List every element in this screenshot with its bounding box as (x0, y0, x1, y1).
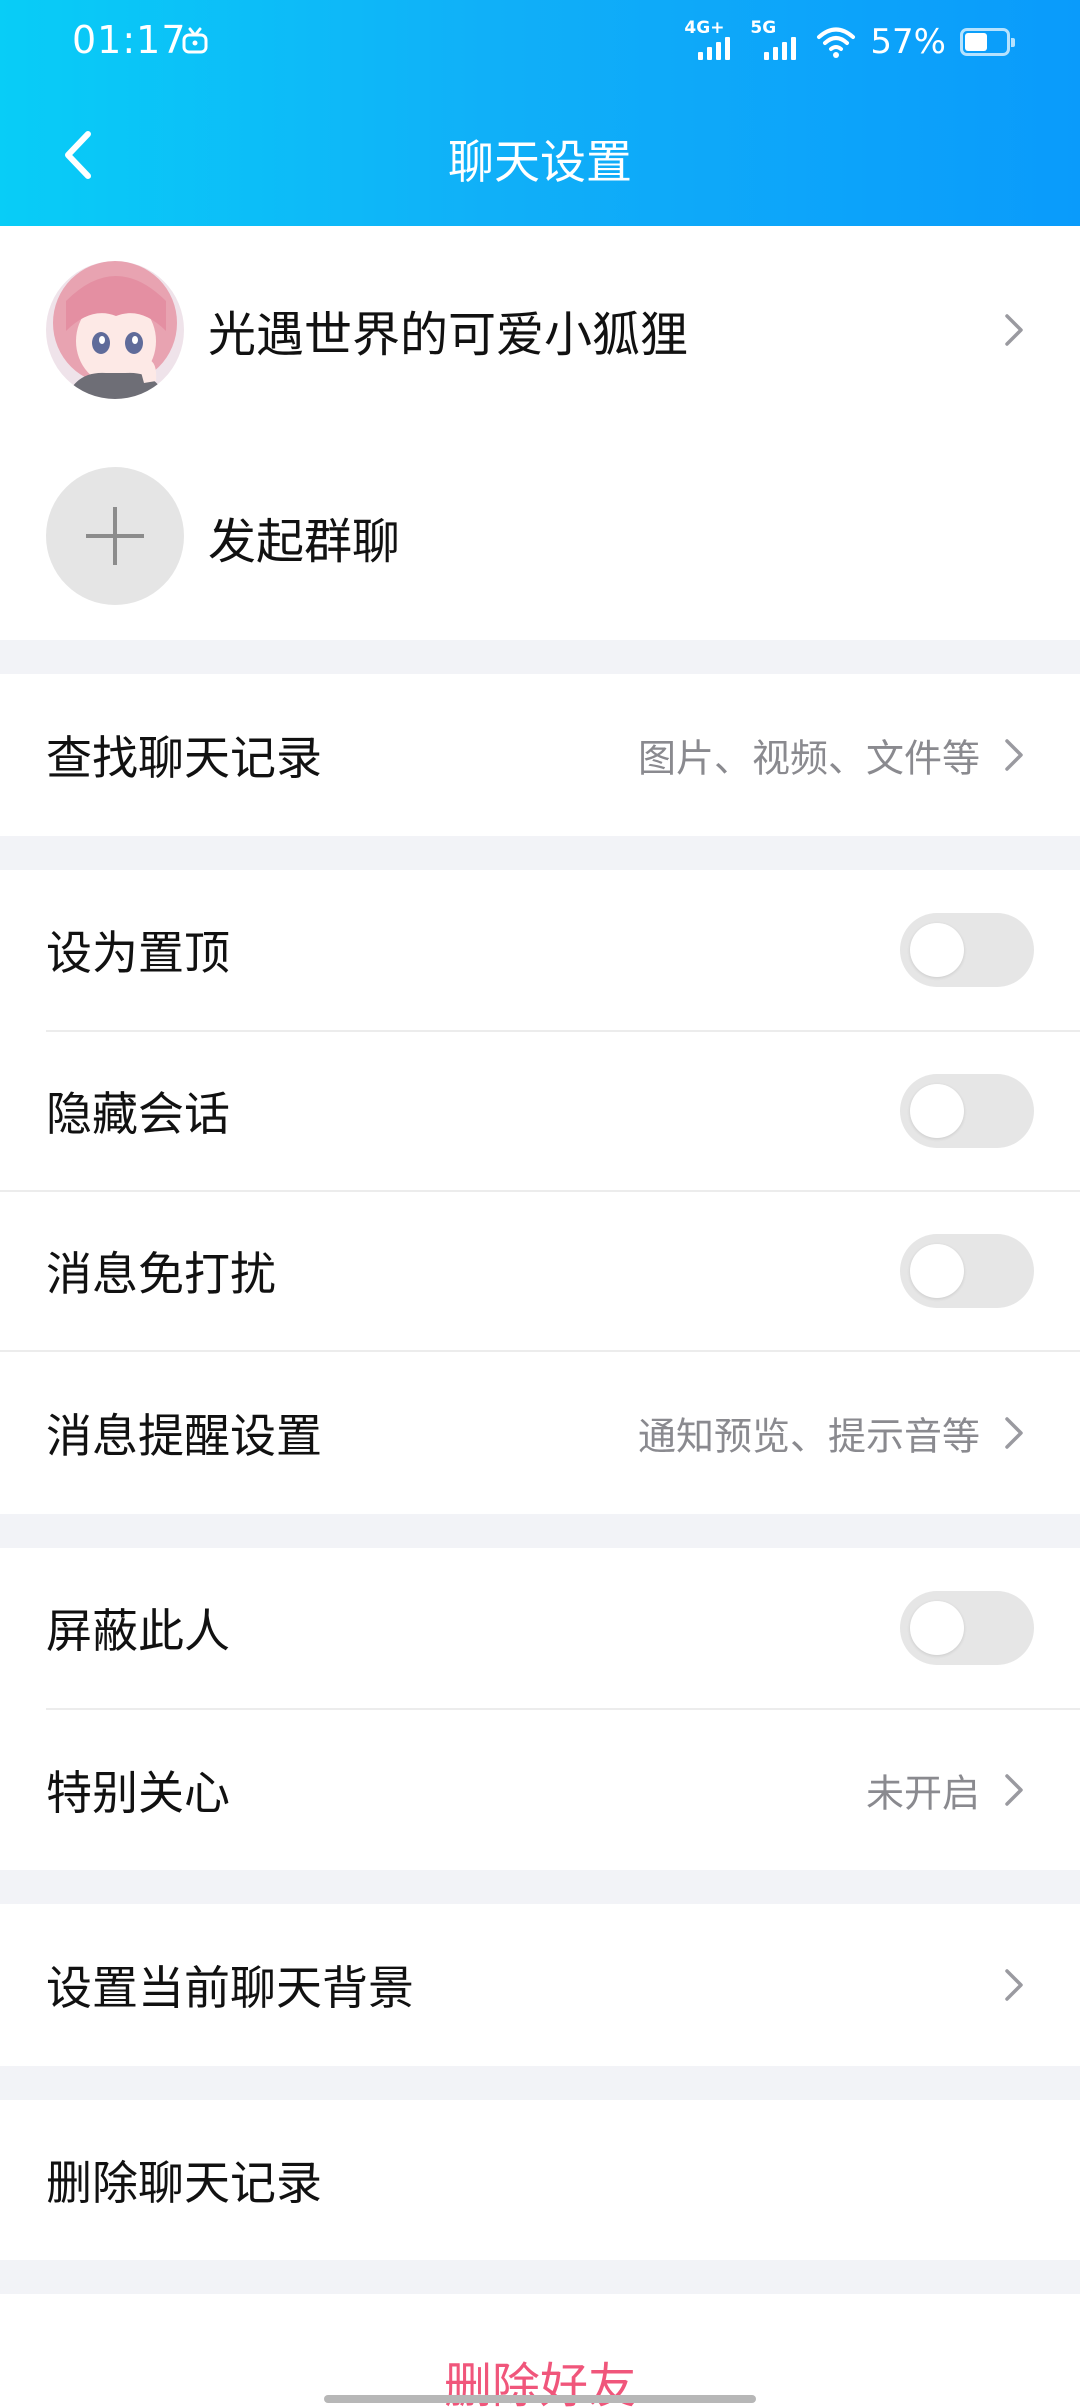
pin-chat-label: 设为置顶 (46, 926, 230, 980)
search-history-sub: 图片、视频、文件等 (637, 736, 980, 781)
block-user-toggle[interactable] (900, 1591, 1034, 1665)
chevron-right-icon (1005, 1969, 1023, 2001)
pin-chat-toggle[interactable] (900, 913, 1034, 987)
status-time: 01:17 (72, 18, 187, 62)
chat-options-section: 设为置顶 隐藏会话 消息免打扰 消息提醒设置 通知预览、提示音等 (0, 870, 1080, 1514)
status-bar: 01:17 4G+ 5G 57% (0, 0, 1080, 84)
hide-chat-row: 隐藏会话 (0, 1032, 1080, 1190)
hide-chat-toggle[interactable] (900, 1074, 1034, 1148)
start-group-chat-row[interactable]: 发起群聊 (0, 434, 1080, 640)
chat-settings-screen: 01:17 4G+ 5G 57% 聊天设置 光遇世界的可爱小狐狸 发起群聊 查找… (0, 0, 1080, 2408)
chevron-right-icon (1005, 314, 1023, 346)
clear-history-label: 删除聊天记录 (46, 2156, 322, 2210)
signal-4g-icon: 4G+ (684, 18, 736, 62)
notification-settings-sub: 通知预览、提示音等 (637, 1414, 980, 1459)
header: 01:17 4G+ 5G 57% 聊天设置 (0, 0, 1080, 226)
avatar[interactable] (46, 261, 184, 399)
block-user-row: 屏蔽此人 (0, 1548, 1080, 1708)
notification-settings-label: 消息提醒设置 (46, 1409, 322, 1463)
signal-5g-icon: 5G (750, 18, 802, 62)
block-user-label: 屏蔽此人 (46, 1604, 230, 1658)
hide-chat-label: 隐藏会话 (46, 1087, 230, 1141)
profile-name: 光遇世界的可爱小狐狸 (208, 307, 689, 363)
pin-chat-row: 设为置顶 (0, 870, 1080, 1030)
battery-icon (960, 28, 1015, 56)
chevron-right-icon (1005, 739, 1023, 771)
background-section: 设置当前聊天背景 (0, 1904, 1080, 2066)
tv-icon (182, 27, 208, 54)
search-history-section: 查找聊天记录 图片、视频、文件等 (0, 674, 1080, 836)
network-4g-label: 4G+ (684, 18, 725, 38)
search-history-label: 查找聊天记录 (46, 731, 322, 785)
chevron-right-icon (1005, 1774, 1023, 1806)
do-not-disturb-label: 消息免打扰 (46, 1247, 276, 1301)
relationship-section: 屏蔽此人 特别关心 未开启 (0, 1548, 1080, 1870)
add-icon[interactable] (46, 467, 184, 605)
special-care-status: 未开启 (865, 1771, 980, 1816)
search-history-row[interactable]: 查找聊天记录 图片、视频、文件等 (0, 674, 1080, 836)
battery-percent: 57% (870, 22, 946, 62)
do-not-disturb-row: 消息免打扰 (0, 1192, 1080, 1350)
start-group-chat-label: 发起群聊 (208, 514, 401, 570)
status-icons: 4G+ 5G 57% (684, 18, 1015, 64)
page-title: 聊天设置 (448, 135, 632, 189)
clear-history-section: 删除聊天记录 (0, 2100, 1080, 2260)
clear-history-row[interactable]: 删除聊天记录 (0, 2100, 1080, 2260)
chat-background-row[interactable]: 设置当前聊天背景 (0, 1904, 1080, 2066)
special-care-label: 特别关心 (46, 1766, 230, 1820)
do-not-disturb-toggle[interactable] (900, 1234, 1034, 1308)
chevron-right-icon (1005, 1417, 1023, 1449)
special-care-row[interactable]: 特别关心 未开启 (0, 1710, 1080, 1870)
profile-row[interactable]: 光遇世界的可爱小狐狸 (0, 226, 1080, 434)
chat-background-label: 设置当前聊天背景 (46, 1961, 414, 2015)
delete-friend-section: 删除好友 (0, 2294, 1080, 2408)
network-5g-label: 5G (750, 18, 777, 38)
home-indicator[interactable] (324, 2395, 756, 2403)
profile-section: 光遇世界的可爱小狐狸 发起群聊 (0, 226, 1080, 640)
wifi-icon (817, 27, 856, 58)
notification-settings-row[interactable]: 消息提醒设置 通知预览、提示音等 (0, 1352, 1080, 1514)
